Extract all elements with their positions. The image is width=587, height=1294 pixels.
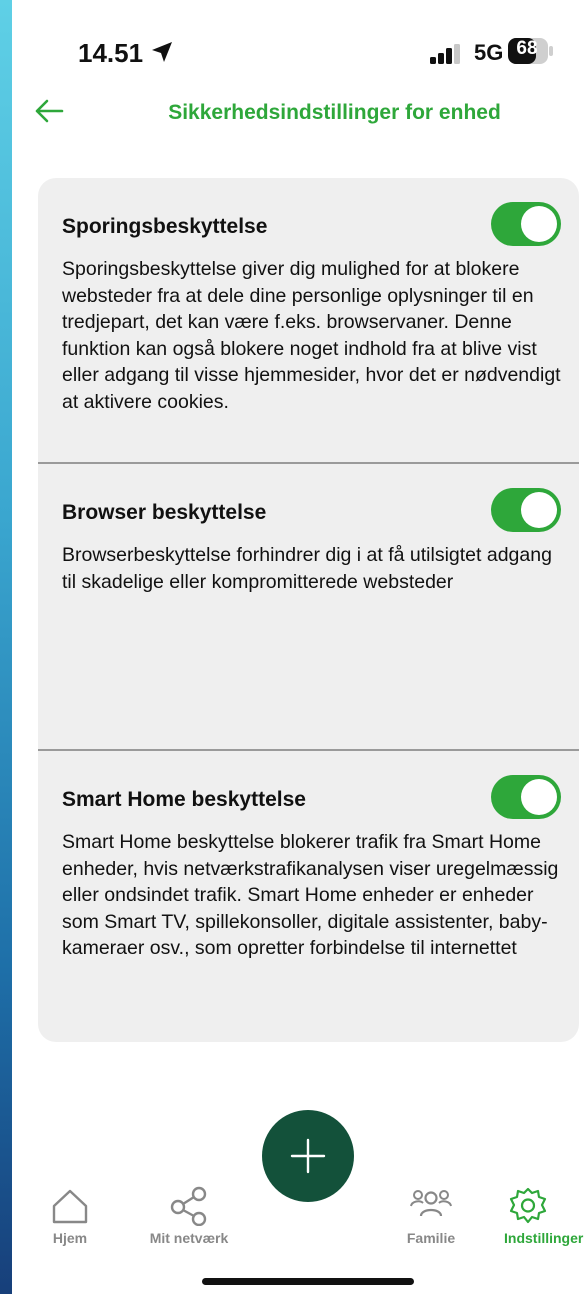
app-screen: 14.51 5G 68 Sikkerhedsindstillinger for … [12, 0, 587, 1294]
toggle-knob [521, 779, 557, 815]
nav-label: Hjem [52, 1230, 88, 1246]
home-icon [52, 1189, 88, 1224]
share-network-icon [170, 1186, 207, 1226]
plus-icon [290, 1138, 326, 1174]
network-type: 5G [474, 40, 504, 65]
add-button[interactable] [262, 1110, 354, 1202]
nav-item-home[interactable]: Hjem [34, 1186, 106, 1246]
setting-description: Sporingsbeskyttelse giver dig mulighed f… [62, 258, 561, 413]
status-time: 14.51 [78, 38, 144, 68]
settings-card: Sporingsbeskyttelse Sporingsbeskyttelse … [38, 178, 579, 1042]
gear-icon [509, 1187, 547, 1224]
smart-home-protection-toggle[interactable] [491, 775, 561, 819]
cellular-signal-icon [430, 44, 460, 64]
setting-title: Browser beskyttelse [62, 501, 267, 524]
nav-label: Mit netværk [149, 1230, 229, 1246]
browser-protection-toggle[interactable] [491, 488, 561, 532]
nav-label: Familie [406, 1230, 456, 1246]
toggle-knob [521, 492, 557, 528]
back-arrow-icon[interactable] [32, 96, 66, 126]
setting-tracking-protection: Sporingsbeskyttelse Sporingsbeskyttelse … [38, 178, 579, 462]
setting-title: Smart Home beskyttelse [62, 788, 306, 811]
setting-smart-home-protection: Smart Home beskyttelse Smart Home beskyt… [38, 751, 579, 1042]
nav-item-my-network[interactable]: Mit netværk [134, 1186, 244, 1246]
setting-description: Browserbeskyttelse forhindrer dig i at f… [62, 544, 552, 593]
setting-browser-protection: Browser beskyttelse Browserbeskyttelse f… [38, 464, 579, 750]
battery-level: 68 [516, 38, 538, 59]
nav-item-settings[interactable]: Indstillinger [492, 1186, 587, 1246]
family-icon [410, 1190, 452, 1217]
tracking-protection-toggle[interactable] [491, 202, 561, 246]
page-title: Sikkerhedsindstillinger for enhed [168, 101, 501, 124]
location-arrow-icon [152, 42, 172, 62]
setting-title: Sporingsbeskyttelse [62, 215, 268, 238]
toggle-knob [521, 206, 557, 242]
nav-item-family[interactable]: Familie [386, 1186, 476, 1246]
home-indicator [202, 1278, 414, 1285]
nav-label: Indstillinger [504, 1230, 584, 1246]
setting-description: Smart Home beskyttelse blokerer trafik f… [62, 831, 559, 959]
